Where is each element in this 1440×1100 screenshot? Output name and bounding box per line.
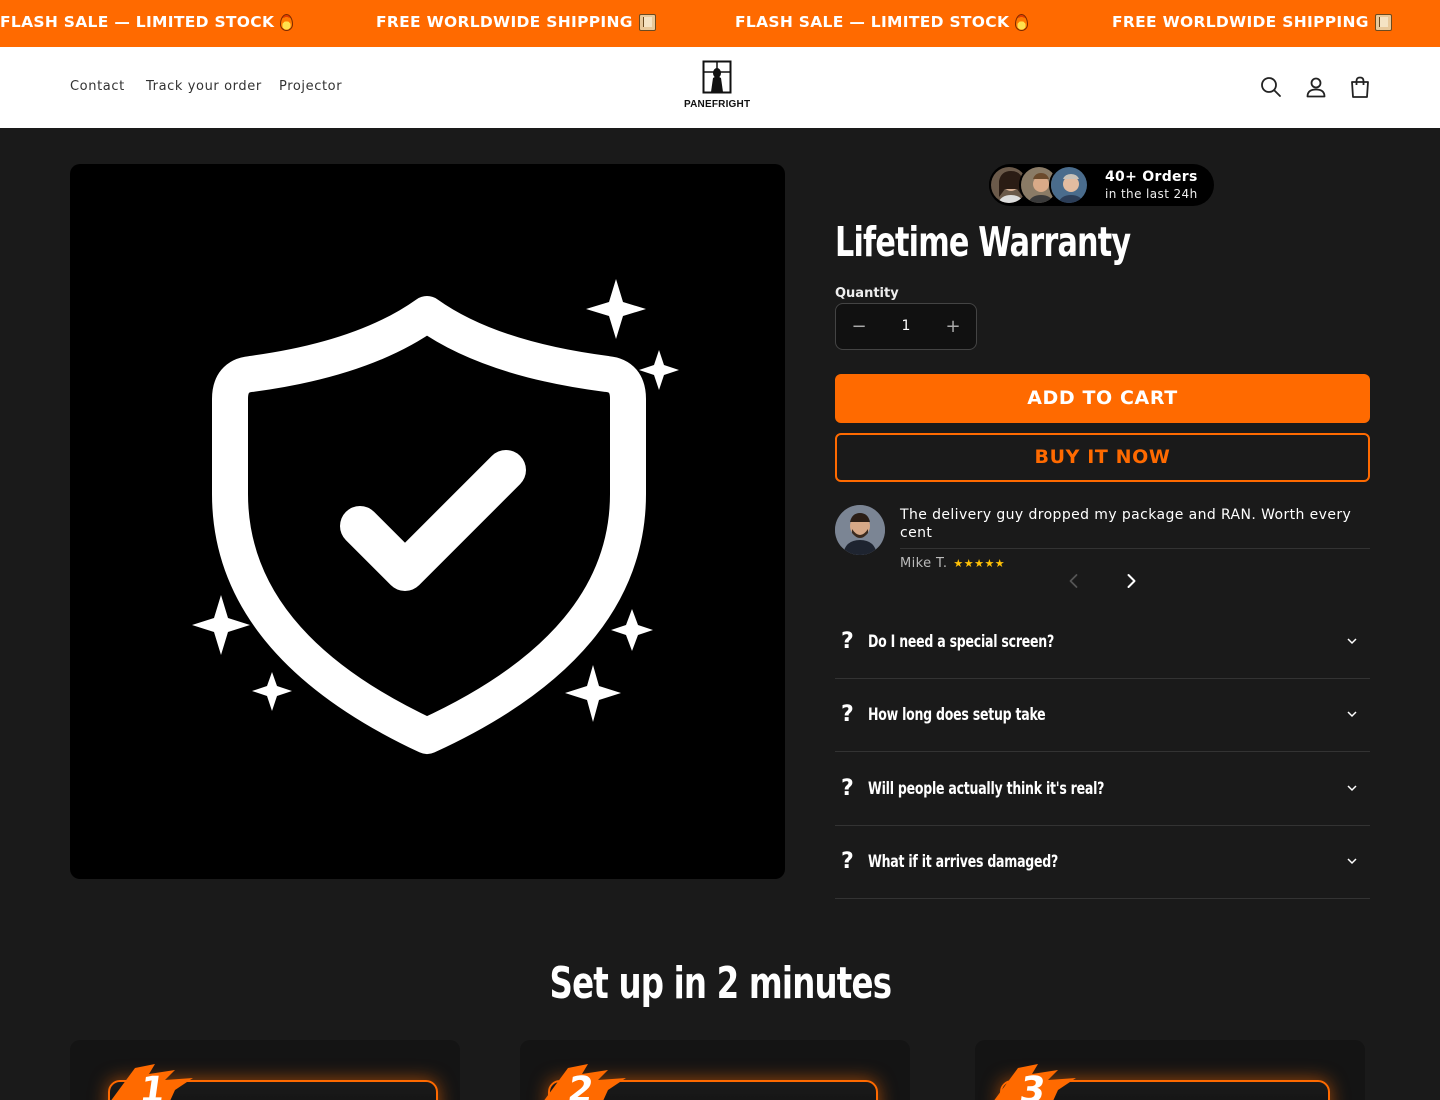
customer-avatar	[1049, 165, 1089, 205]
chevron-down-icon	[1347, 785, 1357, 792]
announcement-item: FLASH SALE — LIMITED STOCK	[735, 13, 1029, 31]
cart-icon[interactable]	[1348, 75, 1372, 99]
site-logo[interactable]: PANEFRIGHT	[684, 60, 750, 110]
account-icon[interactable]	[1304, 75, 1328, 99]
step-number: 2	[565, 1070, 596, 1100]
step-number: 3	[1017, 1070, 1048, 1100]
quantity-decrease-button[interactable]: −	[836, 304, 882, 349]
quantity-increase-button[interactable]: +	[930, 304, 976, 349]
faq-item[interactable]: ? What if it arrives damaged?	[835, 825, 1370, 899]
reviewer-avatar	[835, 505, 885, 555]
review-divider	[900, 548, 1370, 549]
quantity-label: Quantity	[835, 286, 899, 301]
faq-question: What if it arrives damaged?	[868, 852, 1059, 872]
announcement-text: FREE WORLDWIDE SHIPPING	[376, 13, 633, 31]
package-emoji-icon	[1374, 13, 1392, 31]
setup-section-title: Set up in 2 minutes	[0, 958, 1440, 1009]
nav-link-track-order[interactable]: Track your order	[146, 79, 262, 94]
announcement-text: FREE WORLDWIDE SHIPPING	[1112, 13, 1369, 31]
buy-it-now-button[interactable]: BUY IT NOW	[835, 433, 1370, 482]
announcement-item: FLASH SALE — LIMITED STOCK	[0, 13, 294, 31]
faq-item[interactable]: ? Do I need a special screen?	[835, 605, 1370, 679]
fire-emoji-icon	[1015, 13, 1029, 31]
social-proof-pill: 40+ Orders in the last 24h	[989, 164, 1214, 206]
add-to-cart-button[interactable]: ADD TO CART	[835, 374, 1370, 423]
nav-link-contact[interactable]: Contact	[70, 79, 125, 94]
review-text: The delivery guy dropped my package and …	[900, 507, 1352, 541]
search-icon[interactable]	[1259, 75, 1283, 99]
chevron-down-icon	[1347, 711, 1357, 718]
faq-item[interactable]: ? How long does setup take	[835, 678, 1370, 752]
site-header: Contact Track your order Projector PANEF…	[0, 47, 1440, 128]
setup-section-title-text: Set up in 2 minutes	[549, 958, 892, 1009]
announcement-text: FLASH SALE — LIMITED STOCK	[735, 13, 1010, 31]
orders-count: 40+ Orders	[1105, 169, 1198, 185]
announcement-text: FLASH SALE — LIMITED STOCK	[0, 13, 275, 31]
window-figure-logo-icon	[702, 60, 732, 94]
shield-check-icon	[192, 279, 679, 754]
nav-link-projector[interactable]: Projector	[279, 79, 342, 94]
chevron-down-icon	[1347, 638, 1357, 645]
product-title: Lifetime Warranty	[835, 218, 1131, 266]
step-number: 1	[137, 1070, 168, 1100]
package-emoji-icon	[638, 13, 656, 31]
product-image[interactable]	[70, 164, 785, 879]
quantity-stepper: − 1 +	[835, 303, 977, 350]
chevron-down-icon	[1347, 858, 1357, 865]
logo-text: PANEFRIGHT	[684, 99, 751, 110]
review-author: Mike T.	[900, 556, 948, 571]
question-mark-icon: ?	[841, 629, 854, 654]
question-mark-icon: ?	[841, 776, 854, 801]
announcement-bar: FLASH SALE — LIMITED STOCK FREE WORLDWID…	[0, 0, 1440, 47]
quantity-input[interactable]: 1	[882, 304, 930, 349]
question-mark-icon: ?	[841, 849, 854, 874]
review-card: The delivery guy dropped my package and …	[835, 505, 1370, 575]
announcement-item: FREE WORLDWIDE SHIPPING	[1112, 13, 1392, 31]
star-rating: ★★★★★	[953, 557, 1006, 570]
question-mark-icon: ?	[841, 702, 854, 727]
orders-timeframe: in the last 24h	[1105, 187, 1198, 201]
chevron-left-icon[interactable]	[1064, 571, 1084, 591]
faq-question: How long does setup take	[868, 705, 1046, 725]
faq-item[interactable]: ? Will people actually think it's real?	[835, 752, 1370, 826]
faq-question: Will people actually think it's real?	[868, 779, 1105, 799]
announcement-item: FREE WORLDWIDE SHIPPING	[376, 13, 656, 31]
chevron-right-icon[interactable]	[1121, 571, 1141, 591]
faq-question: Do I need a special screen?	[868, 632, 1055, 652]
review-meta: Mike T. ★★★★★	[900, 556, 1005, 571]
fire-emoji-icon	[280, 13, 294, 31]
